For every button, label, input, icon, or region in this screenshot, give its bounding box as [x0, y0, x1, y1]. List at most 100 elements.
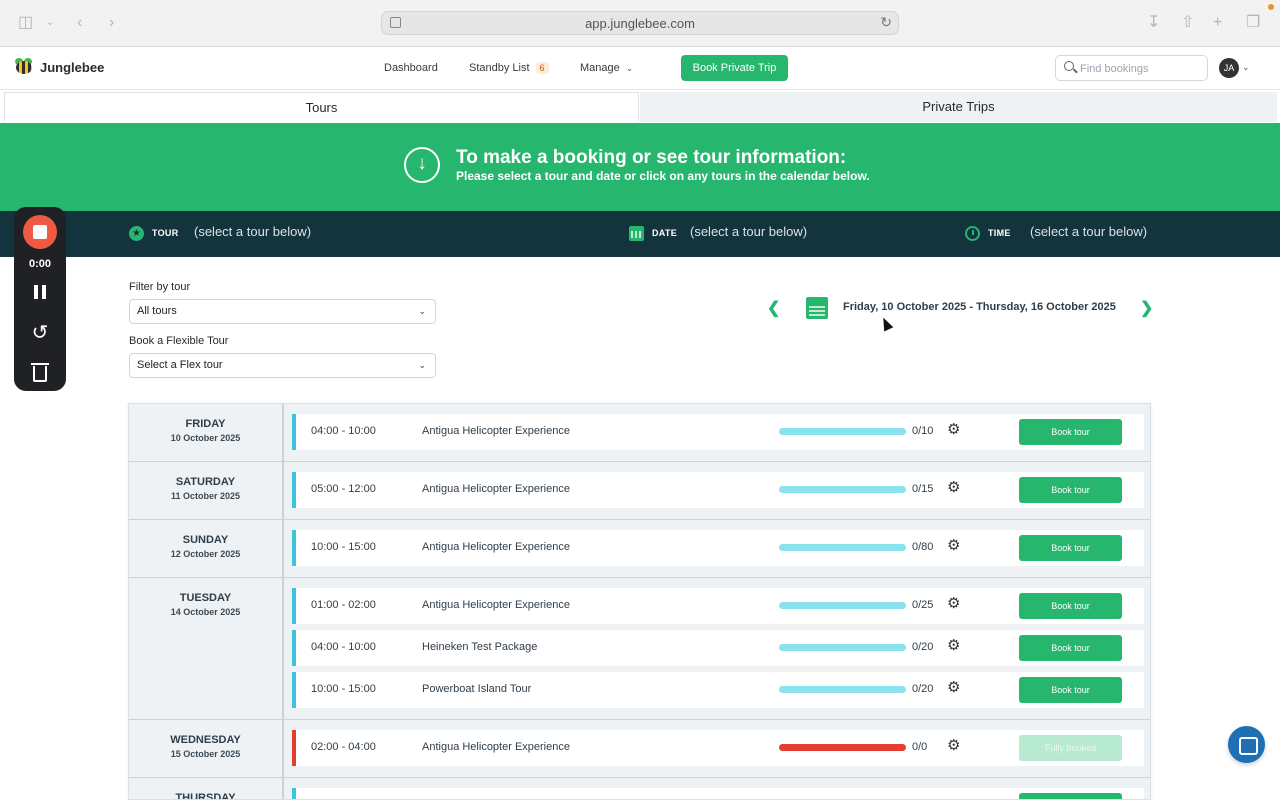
banner-subtitle: Please select a tour and date or click o… — [456, 169, 870, 183]
gear-icon[interactable]: ⚙ — [947, 737, 960, 755]
tour-name[interactable]: Antigua Helicopter Experience — [422, 741, 570, 753]
chat-icon[interactable] — [1228, 726, 1265, 763]
restart-icon[interactable]: ↺ — [14, 320, 66, 345]
date-value: (select a tour below) — [690, 224, 808, 239]
calendar-icon — [629, 226, 644, 241]
gear-icon[interactable]: ⚙ — [947, 479, 960, 497]
tour-name[interactable]: Antigua Helicopter Experience — [422, 541, 570, 553]
capacity-bar — [779, 686, 906, 693]
fully-booked-button[interactable]: Fully booked — [1019, 735, 1122, 761]
tour-filter-select[interactable]: All tours ⌄ — [129, 299, 436, 324]
capacity-bar — [779, 644, 906, 651]
app-header: Junglebee Dashboard Standby List 6 Manage… — [0, 47, 1280, 90]
day-group: TUESDAY 14 October 2025 01:00 - 02:00 Antig… — [129, 578, 1150, 720]
tour-slot-row[interactable]: 05:00 - 12:00 Antigua Helicopter Experien… — [292, 472, 1144, 508]
day-cell: THURSDAY — [129, 778, 284, 800]
book-tour-button[interactable] — [1019, 793, 1122, 799]
tour-slot-row[interactable]: 10:00 - 15:00 Antigua Helicopter Experien… — [292, 530, 1144, 566]
day-date: 12 October 2025 — [170, 549, 241, 559]
book-tour-button[interactable]: Book tour — [1019, 593, 1122, 619]
brand-logo[interactable]: Junglebee — [13, 58, 104, 76]
share-icon[interactable]: ⇧ — [1181, 14, 1194, 32]
book-tour-button[interactable]: Book tour — [1019, 635, 1122, 661]
day-name: THURSDAY — [175, 792, 236, 800]
calendar-icon[interactable] — [806, 297, 828, 319]
flex-tour-select[interactable]: Select a Flex tour ⌄ — [129, 353, 436, 378]
tour-slot-row[interactable]: 02:00 - 04:00 Antigua Helicopter Experien… — [292, 730, 1144, 766]
day-name: WEDNESDAY — [170, 734, 241, 746]
tab-bar: Tours Private Trips — [0, 90, 1280, 123]
nav-dashboard[interactable]: Dashboard — [384, 62, 438, 74]
time-label: TIME — [988, 228, 1011, 238]
tour-time: 02:00 - 04:00 — [311, 741, 376, 753]
new-tab-icon[interactable]: + — [1213, 14, 1222, 32]
previous-week-icon[interactable]: ❮ — [767, 298, 780, 318]
day-group: SATURDAY 11 October 2025 05:00 - 12:00 Anti… — [129, 462, 1150, 520]
nav-manage[interactable]: Manage ⌄ — [580, 62, 633, 74]
flex-tour-value: Select a Flex tour — [137, 359, 223, 371]
tour-name[interactable]: Antigua Helicopter Experience — [422, 425, 570, 437]
next-week-icon[interactable]: ❯ — [1140, 298, 1153, 318]
tab-tours[interactable]: Tours — [4, 92, 639, 122]
reload-icon[interactable]: ↻ — [880, 14, 892, 31]
book-tour-button[interactable]: Book tour — [1019, 419, 1122, 445]
tab-private-trips[interactable]: Private Trips — [640, 92, 1277, 122]
capacity-bar — [779, 602, 906, 609]
tour-value: (select a tour below) — [194, 224, 312, 239]
tour-time: 01:00 - 02:00 — [311, 599, 376, 611]
pause-icon[interactable] — [34, 285, 46, 299]
recording-timer: 0:00 — [28, 258, 52, 270]
tour-slot-row[interactable]: 04:00 - 10:00 Heineken Test Package 0/20 ⚙ B… — [292, 630, 1144, 666]
tour-slot-row[interactable]: 04:00 - 10:00 Antigua Helicopter Experien… — [292, 414, 1144, 450]
day-cell: SATURDAY 11 October 2025 — [129, 462, 284, 519]
tour-name[interactable]: Antigua Helicopter Experience — [422, 599, 570, 611]
day-name: FRIDAY — [185, 418, 226, 430]
book-tour-button[interactable]: Book tour — [1019, 535, 1122, 561]
forward-icon[interactable]: › — [109, 14, 114, 32]
avatar[interactable]: JA — [1219, 58, 1239, 78]
notification-dot — [1268, 4, 1274, 10]
chevron-down-icon: ⌄ — [418, 306, 426, 316]
time-value: (select a tour below) — [1030, 224, 1148, 239]
book-tour-button[interactable]: Book tour — [1019, 677, 1122, 703]
tour-slot-row[interactable]: 01:00 - 02:00 Antigua Helicopter Experien… — [292, 588, 1144, 624]
tabs-icon[interactable]: ❐ — [1246, 14, 1260, 32]
day-cell: WEDNESDAY 15 October 2025 — [129, 720, 284, 777]
gear-icon[interactable]: ⚙ — [947, 537, 960, 555]
arrow-down-circle-icon: ↓ — [404, 147, 440, 183]
tour-name[interactable]: Antigua Helicopter Experience — [422, 483, 570, 495]
gear-icon[interactable]: ⚙ — [947, 637, 960, 655]
capacity-count: 0/20 — [912, 683, 934, 695]
chevron-down-icon[interactable]: ⌄ — [46, 14, 54, 32]
gear-icon[interactable]: ⚙ — [947, 595, 960, 613]
chevron-down-icon: ⌄ — [418, 360, 426, 370]
tour-time: 05:00 - 12:00 — [311, 483, 376, 495]
stop-recording-button[interactable] — [23, 215, 57, 249]
tour-name[interactable]: Powerboat Island Tour — [422, 683, 531, 695]
nav-standby-label: Standby List — [469, 62, 530, 74]
book-private-trip-button[interactable]: Book Private Trip — [681, 55, 788, 81]
tour-time: 10:00 - 15:00 — [311, 541, 376, 553]
gear-icon[interactable]: ⚙ — [947, 421, 960, 439]
booking-search[interactable] — [1055, 55, 1208, 81]
tour-name[interactable]: Heineken Test Package — [422, 641, 537, 653]
sidebar-icon[interactable]: ◫ — [18, 14, 33, 32]
gear-icon[interactable]: ⚙ — [947, 679, 960, 697]
day-name: SATURDAY — [175, 476, 236, 488]
tour-slot-row[interactable]: ⚙ — [292, 788, 1144, 799]
flexible-tour-label: Book a Flexible Tour — [129, 335, 229, 347]
tour-calendar: FRIDAY 10 October 2025 04:00 - 10:00 Antigu… — [128, 403, 1151, 800]
booking-instructions-banner: ↓ To make a booking or see tour informat… — [0, 123, 1280, 211]
address-bar[interactable]: app.junglebee.com ↻ — [381, 11, 899, 35]
nav-standby-list[interactable]: Standby List 6 — [469, 62, 549, 74]
capacity-count: 0/25 — [912, 599, 934, 611]
search-input[interactable] — [1080, 60, 1200, 77]
download-icon[interactable]: ↧ — [1147, 14, 1160, 32]
back-icon[interactable]: ‹ — [77, 14, 82, 32]
trash-icon[interactable] — [31, 363, 49, 382]
chevron-down-icon[interactable]: ⌄ — [1242, 62, 1250, 73]
book-tour-button[interactable]: Book tour — [1019, 477, 1122, 503]
tour-slot-row[interactable]: 10:00 - 15:00 Powerboat Island Tour 0/20 ⚙ B… — [292, 672, 1144, 708]
day-date: 10 October 2025 — [170, 433, 241, 443]
capacity-count: 0/20 — [912, 641, 934, 653]
